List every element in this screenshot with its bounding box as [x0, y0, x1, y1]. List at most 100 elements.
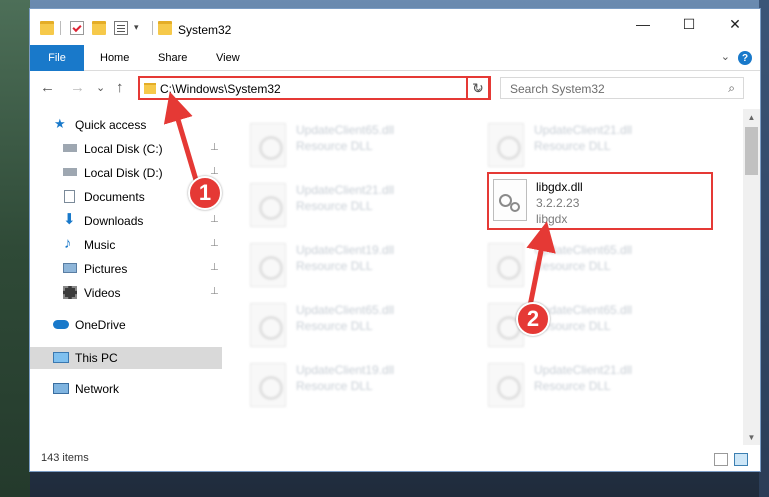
- properties-icon[interactable]: [70, 21, 84, 35]
- file-type: Resource DLL: [296, 199, 373, 213]
- address-path[interactable]: C:\Windows\System32: [160, 82, 281, 96]
- details-view-icon[interactable]: [714, 453, 728, 466]
- list-item[interactable]: UpdateClient21.dll Resource DLL: [250, 177, 470, 233]
- vertical-scrollbar[interactable]: ▲ ▼: [743, 109, 760, 445]
- file-type: Resource DLL: [296, 319, 373, 333]
- sidebar-item-local-disk-c[interactable]: Local Disk (C:) ⊥: [30, 138, 222, 160]
- back-button[interactable]: ←: [40, 79, 55, 96]
- ribbon-tabs: File Home Share View ⌄ ?: [30, 45, 760, 71]
- star-icon: ★: [54, 116, 66, 131]
- sidebar-item-onedrive[interactable]: OneDrive: [30, 314, 222, 336]
- sidebar-item-label: Music: [84, 238, 116, 252]
- pin-icon[interactable]: ⊥: [210, 142, 219, 153]
- refresh-button[interactable]: ↻: [466, 76, 490, 100]
- quick-access-dropdown-icon[interactable]: ▾: [134, 22, 139, 33]
- up-button[interactable]: ↑: [116, 79, 124, 96]
- sidebar-item-label: Documents: [84, 190, 145, 204]
- navigation-bar: ← → ⌄ ↑ C:\Windows\System32 ⌄ ↻ Search S…: [30, 71, 760, 105]
- pin-icon[interactable]: ⊥: [210, 166, 219, 177]
- help-icon[interactable]: ?: [738, 51, 752, 65]
- dll-file-icon: [250, 363, 286, 407]
- list-item[interactable]: UpdateClient19.dll Resource DLL: [250, 357, 470, 413]
- expand-ribbon-icon[interactable]: ⌄: [721, 50, 730, 63]
- download-icon: ⬇: [63, 211, 76, 228]
- title-separator: [60, 21, 61, 35]
- list-item[interactable]: UpdateClient65.dll Resource DLL: [250, 117, 470, 173]
- file-explorer-window: ▾ System32 — ☐ ✕ File Home Share View ⌄ …: [29, 8, 761, 472]
- window-title: System32: [178, 23, 232, 37]
- title-separator: [152, 21, 153, 35]
- address-bar[interactable]: C:\Windows\System32 ⌄: [138, 76, 491, 100]
- callout-badge-1: 1: [188, 176, 222, 210]
- tab-file[interactable]: File: [30, 45, 84, 71]
- list-item[interactable]: UpdateClient21.dll Resource DLL: [488, 357, 708, 413]
- scroll-up-icon[interactable]: ▲: [743, 109, 760, 125]
- list-item[interactable]: UpdateClient65.dll Resource DLL: [250, 297, 470, 353]
- file-name: UpdateClient21.dll: [296, 183, 395, 197]
- folder-icon: [144, 83, 156, 94]
- list-item[interactable]: UpdateClient21.dll Resource DLL: [488, 117, 708, 173]
- search-icon[interactable]: ⌕: [728, 81, 735, 96]
- minimize-button[interactable]: —: [620, 9, 666, 39]
- sidebar-item-music[interactable]: ♪ Music ⊥: [30, 234, 222, 256]
- sidebar-item-label: Videos: [84, 286, 121, 300]
- drive-icon: [63, 144, 77, 152]
- dll-file-icon: [488, 123, 524, 167]
- sidebar-item-network[interactable]: Network: [30, 378, 222, 400]
- item-count: 143 items: [41, 452, 89, 464]
- new-folder-icon[interactable]: [92, 21, 106, 35]
- file-name: UpdateClient21.dll: [534, 123, 633, 137]
- file-type: Resource DLL: [296, 139, 373, 153]
- dll-file-icon: [250, 183, 286, 227]
- tab-home[interactable]: Home: [100, 45, 129, 71]
- callout-badge-2: 2: [516, 302, 550, 336]
- sidebar-item-label: Pictures: [84, 262, 128, 276]
- sidebar-item-pictures[interactable]: Pictures ⊥: [30, 258, 222, 280]
- title-bar: ▾ System32 — ☐ ✕: [30, 9, 760, 45]
- window-folder-icon: [158, 21, 172, 35]
- pictures-icon: [63, 263, 77, 273]
- file-list: UpdateClient65.dll Resource DLL UpdateCl…: [224, 109, 740, 445]
- list-item[interactable]: UpdateClient65.dll Resource DLL: [488, 237, 708, 293]
- music-icon: ♪: [64, 235, 72, 252]
- dll-file-icon: [250, 303, 286, 347]
- file-name: UpdateClient21.dll: [534, 363, 633, 377]
- pin-icon[interactable]: ⊥: [210, 238, 219, 249]
- forward-button[interactable]: →: [70, 79, 85, 96]
- dll-file-icon: [488, 363, 524, 407]
- sidebar-item-videos[interactable]: Videos ⊥: [30, 282, 222, 304]
- drive-icon: [63, 168, 77, 176]
- dll-file-icon: [488, 243, 524, 287]
- file-name: UpdateClient65.dll: [296, 303, 395, 317]
- pin-icon[interactable]: ⊥: [210, 214, 219, 225]
- network-icon: [53, 383, 69, 394]
- sidebar-item-label: Network: [75, 382, 120, 396]
- file-type: Resource DLL: [296, 379, 373, 393]
- file-name: libgdx.dll: [536, 180, 583, 194]
- close-button[interactable]: ✕: [712, 9, 758, 39]
- dll-file-icon: [250, 243, 286, 287]
- scrollbar-thumb[interactable]: [745, 127, 758, 175]
- list-item[interactable]: UpdateClient19.dll Resource DLL: [250, 237, 470, 293]
- maximize-button[interactable]: ☐: [666, 9, 712, 39]
- large-icons-view-icon[interactable]: [734, 453, 748, 466]
- tab-view[interactable]: View: [216, 45, 240, 71]
- sidebar-item-label: Local Disk (C:): [84, 142, 163, 156]
- pin-icon[interactable]: ⊥: [210, 286, 219, 297]
- customize-toolbar-icon[interactable]: [114, 21, 128, 35]
- tab-share[interactable]: Share: [158, 45, 187, 71]
- scroll-down-icon[interactable]: ▼: [743, 429, 760, 445]
- navigation-pane: ★ Quick access Local Disk (C:) ⊥ Local D…: [30, 109, 222, 445]
- search-input[interactable]: Search System32 ⌕: [500, 77, 744, 99]
- recent-locations-button[interactable]: ⌄: [96, 81, 105, 94]
- file-type: Resource DLL: [534, 259, 611, 273]
- sidebar-item-quick-access[interactable]: ★ Quick access: [30, 114, 222, 136]
- sidebar-item-this-pc[interactable]: This PC: [30, 347, 222, 369]
- folder-icon: [40, 21, 54, 35]
- sidebar-item-label: This PC: [75, 351, 118, 365]
- search-placeholder: Search System32: [510, 82, 605, 96]
- pin-icon[interactable]: ⊥: [210, 262, 219, 273]
- file-type: Resource DLL: [534, 379, 611, 393]
- sidebar-item-downloads[interactable]: ⬇ Downloads ⊥: [30, 210, 222, 232]
- highlighted-file-libgdx[interactable]: libgdx.dll 3.2.2.23 libgdx: [487, 172, 713, 230]
